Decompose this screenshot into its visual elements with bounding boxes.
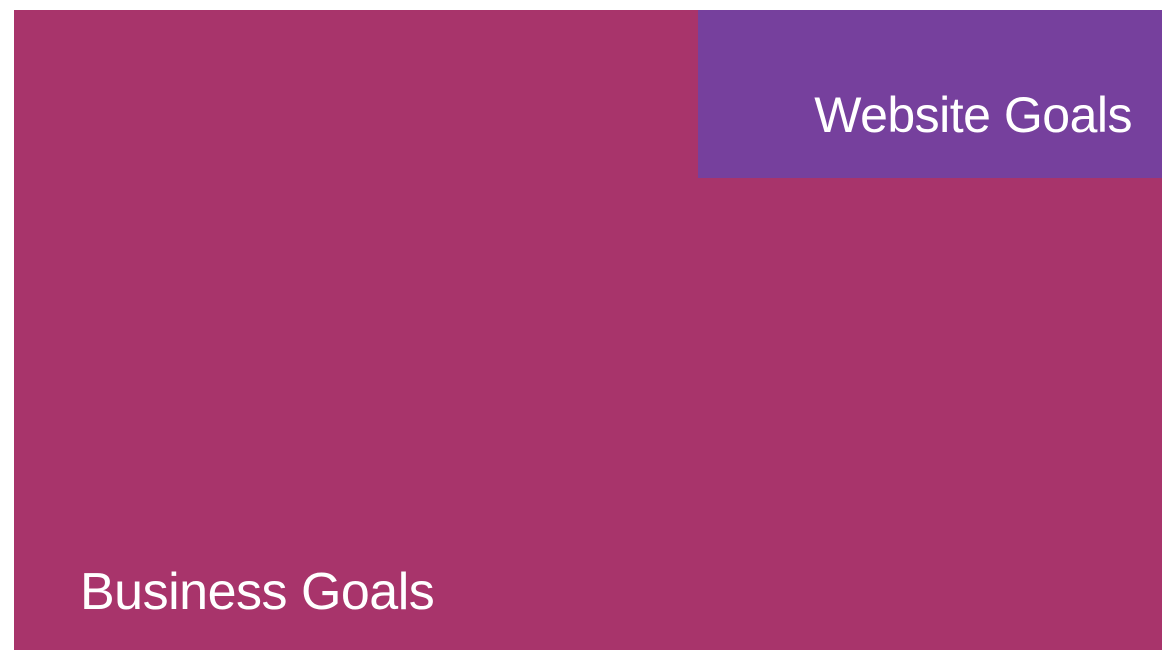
website-goals-label: Website Goals [814, 87, 1132, 143]
website-goals-box: Website Goals [698, 10, 1162, 178]
business-goals-box: Website Goals Business Goals [14, 10, 1162, 650]
business-goals-label: Business Goals [80, 563, 435, 621]
